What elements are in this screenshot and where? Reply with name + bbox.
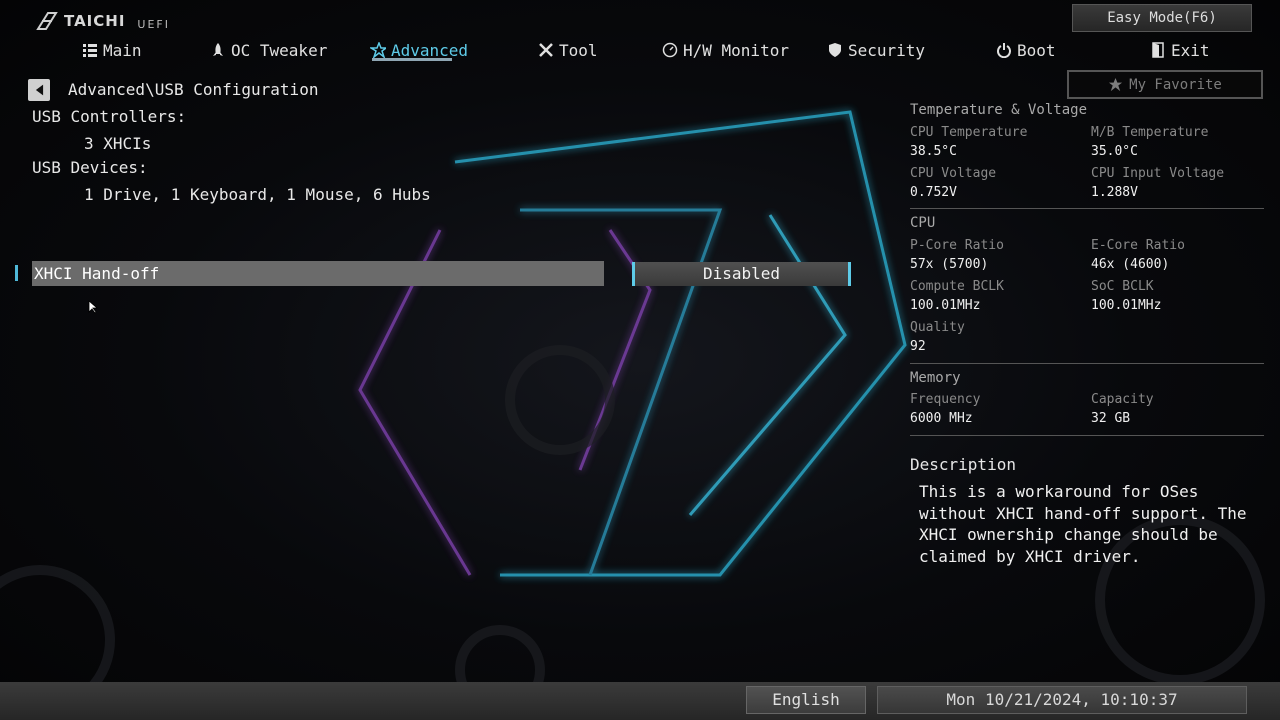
top-nav: Main OC Tweaker Advanced Tool H/W Monito… — [0, 36, 1280, 66]
temp-voltage-header: Temperature & Voltage — [910, 102, 1088, 118]
divider — [910, 208, 1264, 209]
memory-header: Memory — [910, 370, 961, 386]
shield-icon — [829, 43, 841, 57]
tab-oc-tweaker[interactable]: OC Tweaker — [210, 36, 327, 64]
usb-controllers-label: USB Controllers: — [32, 107, 187, 126]
easy-mode-button[interactable]: Easy Mode(F6) — [1072, 4, 1252, 32]
cpu-voltage-label: CPU Voltage — [910, 166, 997, 181]
memory-frequency-value: 6000 MHz — [910, 411, 973, 426]
soc-bclk-value: 100.01MHz — [1091, 298, 1162, 313]
star-icon — [370, 42, 386, 58]
xhci-hand-off-row[interactable]: XHCI Hand-off — [32, 261, 604, 286]
brand-name: TAICHI — [64, 12, 126, 30]
tab-hw-monitor-label: H/W Monitor — [683, 40, 789, 60]
list-icon — [83, 44, 97, 57]
mb-temp-label: M/B Temperature — [1091, 125, 1209, 140]
cpu-input-voltage-label: CPU Input Voltage — [1091, 166, 1225, 181]
star-icon — [1109, 77, 1123, 92]
cpu-voltage-value: 0.752V — [910, 185, 957, 200]
ecore-ratio-label: E-Core Ratio — [1091, 238, 1185, 253]
compute-bclk-value: 100.01MHz — [910, 298, 981, 313]
divider — [910, 363, 1264, 364]
tab-boot-label: Boot — [1017, 40, 1056, 60]
cpu-input-voltage-value: 1.288V — [1091, 185, 1138, 200]
tab-main[interactable]: Main — [82, 36, 142, 64]
language-button[interactable]: English — [746, 686, 866, 714]
usb-devices-value: 1 Drive, 1 Keyboard, 1 Mouse, 6 Hubs — [84, 185, 431, 204]
brand-logo: TAICHI UEFI — [36, 10, 170, 32]
tab-tool[interactable]: Tool — [538, 36, 598, 64]
tab-exit[interactable]: Exit — [1150, 36, 1210, 64]
memory-capacity-label: Capacity — [1091, 392, 1154, 407]
ecore-ratio-value: 46x (4600) — [1091, 257, 1170, 272]
soc-bclk-label: SoC BCLK — [1091, 279, 1154, 294]
breadcrumb: Advanced\USB Configuration — [68, 80, 319, 99]
my-favorite-label: My Favorite — [1129, 76, 1222, 93]
usb-controllers-value: 3 XHCIs — [84, 134, 152, 153]
tab-security-label: Security — [848, 40, 926, 60]
pcore-ratio-value: 57x (5700) — [910, 257, 989, 272]
xhci-hand-off-value[interactable]: Disabled — [632, 262, 851, 286]
rocket-icon — [213, 43, 223, 56]
background-logo-art — [0, 110, 1265, 715]
my-favorite-button[interactable]: My Favorite — [1067, 70, 1263, 99]
monitor-gauge-icon — [662, 42, 678, 58]
taichi-logo-icon — [36, 12, 58, 30]
active-tab-indicator — [372, 58, 452, 61]
cpu-temp-value: 38.5°C — [910, 144, 957, 159]
description-title: Description — [910, 455, 1016, 474]
divider — [910, 435, 1264, 436]
cpu-header: CPU — [910, 215, 936, 231]
tab-hw-monitor[interactable]: H/W Monitor — [662, 36, 789, 64]
back-arrow-icon — [35, 84, 43, 96]
tab-advanced-label: Advanced — [391, 40, 469, 60]
exit-door-icon — [1152, 42, 1164, 58]
description-body: This is a workaround for OSes without XH… — [919, 482, 1247, 566]
memory-frequency-label: Frequency — [910, 392, 981, 407]
selected-row-marker — [15, 265, 18, 281]
datetime-display: Mon 10/21/2024, 10:10:37 — [877, 686, 1247, 714]
brand-product: UEFI — [137, 17, 170, 31]
wrench-icon — [539, 43, 553, 57]
tab-main-label: Main — [103, 40, 142, 60]
back-button[interactable] — [28, 79, 50, 101]
quality-value: 92 — [910, 339, 926, 354]
mb-temp-value: 35.0°C — [1091, 144, 1138, 159]
tab-oc-tweaker-label: OC Tweaker — [231, 40, 328, 60]
memory-capacity-value: 32 GB — [1091, 411, 1131, 426]
quality-label: Quality — [910, 320, 965, 335]
usb-devices-label: USB Devices: — [32, 158, 148, 177]
tab-tool-label: Tool — [559, 40, 598, 60]
mouse-cursor-icon — [88, 300, 98, 314]
tab-boot[interactable]: Boot — [996, 36, 1056, 64]
power-icon — [997, 43, 1011, 58]
tab-security[interactable]: Security — [827, 36, 925, 64]
tab-exit-label: Exit — [1171, 40, 1210, 60]
cpu-temp-label: CPU Temperature — [910, 125, 1028, 140]
compute-bclk-label: Compute BCLK — [910, 279, 1004, 294]
pcore-ratio-label: P-Core Ratio — [910, 238, 1004, 253]
